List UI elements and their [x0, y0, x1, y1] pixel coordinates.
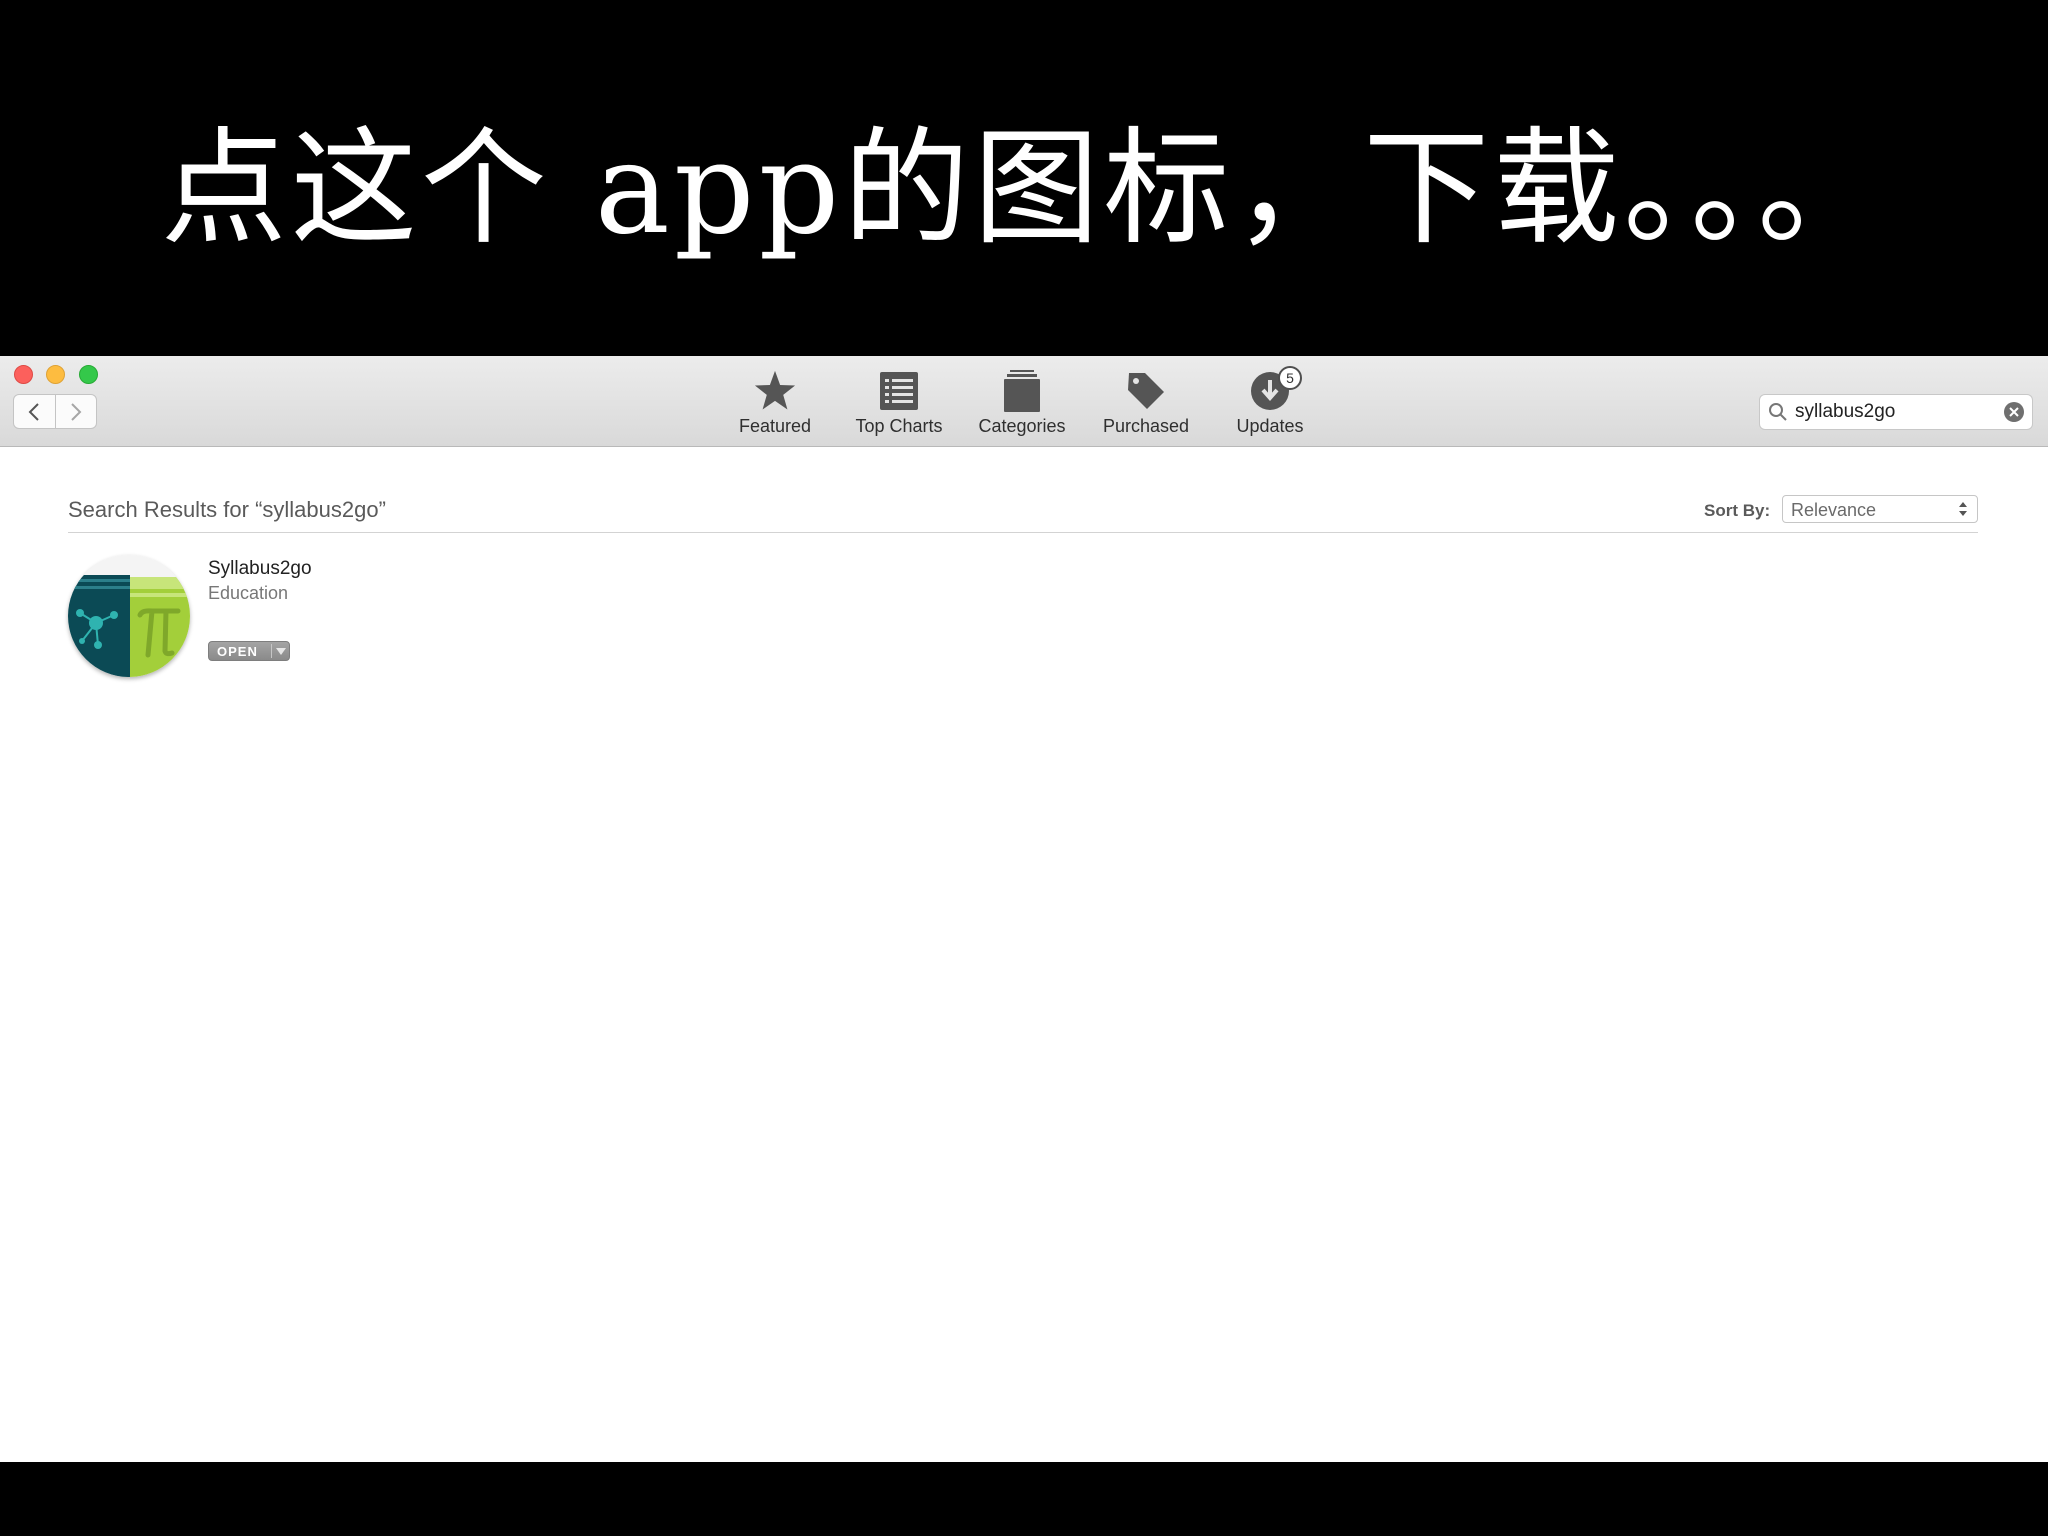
window-close-button[interactable] — [14, 365, 33, 384]
window-maximize-button[interactable] — [79, 365, 98, 384]
open-options-dropdown[interactable] — [272, 647, 289, 655]
tab-updates-label: Updates — [1236, 416, 1304, 436]
tutorial-caption: 点这个 app的图标，下载。。。 — [160, 115, 1888, 262]
history-navigation — [13, 394, 97, 429]
chevron-right-icon — [71, 402, 82, 421]
app-store-window: Featured Top Charts Categories Purchased… — [0, 356, 2048, 1462]
tab-purchased-label: Purchased — [1102, 416, 1190, 436]
close-icon — [2009, 407, 2019, 417]
open-button-label: OPEN — [217, 643, 258, 659]
chevron-left-icon — [28, 402, 39, 421]
back-button[interactable] — [14, 395, 55, 428]
app-category[interactable]: Education — [208, 583, 288, 604]
tab-categories-label: Categories — [978, 416, 1066, 436]
tab-purchased[interactable]: Purchased — [1086, 368, 1206, 440]
updates-count-badge: 5 — [1278, 366, 1302, 390]
sort-select-value: Relevance — [1791, 500, 1877, 520]
updown-arrows-icon — [1959, 502, 1967, 516]
tab-updates[interactable]: 5 Updates — [1210, 366, 1330, 440]
tab-featured-label: Featured — [738, 416, 812, 436]
tab-top-charts-label: Top Charts — [855, 416, 943, 436]
stack-icon — [1004, 370, 1040, 412]
tab-categories[interactable]: Categories — [962, 368, 1082, 440]
results-divider — [68, 532, 1978, 533]
tag-icon — [1128, 373, 1164, 409]
window-minimize-button[interactable] — [46, 365, 65, 384]
results-title: Search Results for “syllabus2go” — [68, 497, 386, 522]
clear-search-button[interactable] — [2004, 402, 2024, 422]
open-button[interactable]: OPEN — [208, 641, 290, 661]
search-icon — [1769, 403, 1787, 421]
tab-top-charts[interactable]: Top Charts — [839, 368, 959, 440]
sort-label: Sort By: — [1704, 501, 1771, 520]
app-icon[interactable] — [68, 555, 190, 677]
tab-featured[interactable]: Featured — [715, 368, 835, 440]
search-results-view: Search Results for “syllabus2go” Sort By… — [0, 447, 2048, 1462]
search-input[interactable] — [1795, 399, 1985, 425]
toolbar: Featured Top Charts Categories Purchased… — [0, 356, 2048, 447]
search-field[interactable] — [1759, 394, 2033, 430]
list-icon — [880, 372, 918, 410]
sort-select[interactable]: Relevance — [1782, 495, 1978, 523]
forward-button[interactable] — [54, 395, 97, 428]
app-name[interactable]: Syllabus2go — [208, 558, 312, 580]
syllabus2go-logo-icon — [68, 555, 190, 677]
chevron-down-icon — [275, 647, 286, 655]
star-icon — [754, 370, 796, 410]
